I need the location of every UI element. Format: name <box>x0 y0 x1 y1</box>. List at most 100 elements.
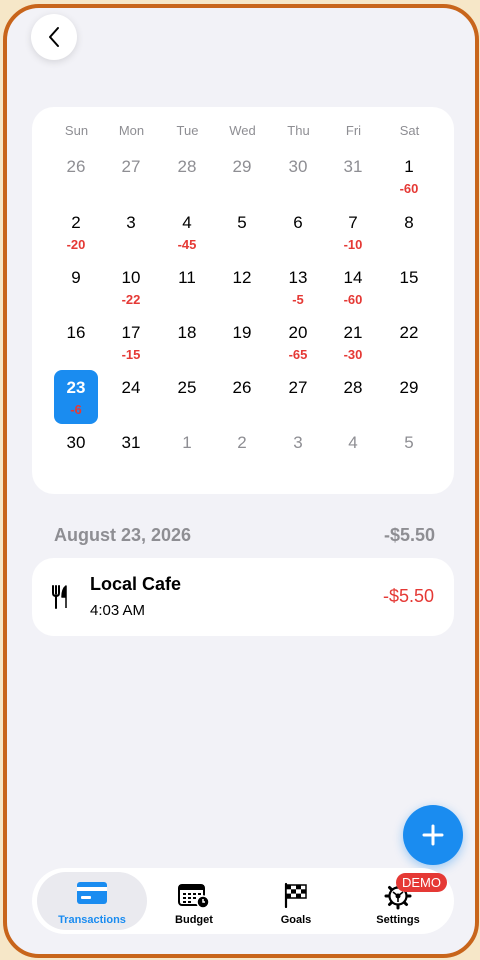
calendar-day[interactable]: 1 <box>165 425 209 479</box>
calendar-day[interactable]: 17 -15 <box>109 315 153 369</box>
day-number: 3 <box>126 213 136 232</box>
weekday-label: Fri <box>345 123 362 138</box>
day-number: 27 <box>121 157 141 176</box>
day-number: 23 <box>66 378 86 397</box>
day-number: 19 <box>232 323 252 342</box>
calendar-day[interactable]: 6 <box>276 205 320 259</box>
transaction-row[interactable]: Local Cafe 4:03 AM -$5.50 <box>32 558 454 636</box>
day-number: 31 <box>343 157 363 176</box>
calendar-day[interactable]: 10 -22 <box>109 260 153 314</box>
day-number: 2 <box>237 433 247 452</box>
calendar-day[interactable]: 19 <box>220 315 264 369</box>
day-number: 28 <box>343 378 363 397</box>
calendar-day[interactable]: 20 -65 <box>276 315 320 369</box>
weekday-label: Tue <box>176 123 199 138</box>
calendar-day[interactable]: 2 -20 <box>54 205 98 259</box>
day-spend-amount: -45 <box>177 237 197 252</box>
calendar-day[interactable]: 30 <box>276 149 320 203</box>
calendar-day[interactable]: 7 -10 <box>331 205 375 259</box>
day-spend-amount: -60 <box>399 181 419 196</box>
add-transaction-button[interactable] <box>403 805 463 865</box>
chevron-left-icon <box>49 27 59 47</box>
calendar-day[interactable]: 5 <box>387 425 431 479</box>
calendar-day[interactable]: 18 <box>165 315 209 369</box>
day-spend-amount: -5 <box>292 292 304 307</box>
demo-badge: DEMO <box>396 873 447 892</box>
calendar-day[interactable]: 8 <box>387 205 431 259</box>
day-number: 10 <box>121 268 141 287</box>
day-number: 28 <box>177 157 197 176</box>
fork-knife-icon <box>52 585 67 609</box>
back-button[interactable] <box>31 14 77 60</box>
day-number: 12 <box>232 268 252 287</box>
calendar-day[interactable]: 27 <box>109 149 153 203</box>
day-number: 6 <box>293 213 303 232</box>
day-number: 29 <box>399 378 419 397</box>
tab-transactions[interactable]: Transactions <box>37 872 147 930</box>
calendar-day-selected[interactable]: 23 -6 <box>54 370 98 424</box>
calendar-day[interactable]: 14 -60 <box>331 260 375 314</box>
calendar-day[interactable]: 26 <box>220 370 264 424</box>
tab-budget[interactable]: Budget <box>139 872 249 930</box>
calendar-day[interactable]: 21 -30 <box>331 315 375 369</box>
day-number: 16 <box>66 323 86 342</box>
day-number: 7 <box>348 213 358 232</box>
day-number: 14 <box>343 268 363 287</box>
day-number: 27 <box>288 378 308 397</box>
selected-date: August 23, 2026 <box>54 525 192 545</box>
day-spend-amount: -22 <box>121 292 141 307</box>
calendar-clock-icon <box>178 884 210 908</box>
tab-budget-label: Budget <box>175 914 213 926</box>
calendar-day[interactable]: 25 <box>165 370 209 424</box>
day-number: 8 <box>404 213 414 232</box>
day-number: 9 <box>71 268 81 287</box>
tab-goals-label: Goals <box>280 914 312 926</box>
day-number: 5 <box>237 213 247 232</box>
checkered-flag-icon <box>284 882 307 908</box>
calendar-day[interactable]: 28 <box>331 370 375 424</box>
calendar-day[interactable]: 31 <box>109 425 153 479</box>
calendar-day[interactable]: 2 <box>220 425 264 479</box>
calendar-day[interactable]: 24 <box>109 370 153 424</box>
tab-transactions-label: Transactions <box>58 914 126 926</box>
calendar-day[interactable]: 16 <box>54 315 98 369</box>
tab-goals[interactable]: Goals <box>241 872 351 930</box>
calendar-day[interactable]: 4 <box>331 425 375 479</box>
calendar-day[interactable]: 4 -45 <box>165 205 209 259</box>
transaction-time: 4:03 AM <box>90 602 146 619</box>
calendar-day[interactable]: 3 <box>109 205 153 259</box>
day-number: 17 <box>121 323 141 342</box>
calendar-day[interactable]: 26 <box>54 149 98 203</box>
day-number: 15 <box>399 268 419 287</box>
calendar-day[interactable]: 12 <box>220 260 264 314</box>
calendar-day[interactable]: 11 <box>165 260 209 314</box>
calendar-day[interactable]: 29 <box>220 149 264 203</box>
calendar-day[interactable]: 13 -5 <box>276 260 320 314</box>
calendar-day[interactable]: 5 <box>220 205 264 259</box>
calendar-day[interactable]: 1 -60 <box>387 149 431 203</box>
transaction-amount: -$5.50 <box>382 586 434 606</box>
calendar-day[interactable]: 3 <box>276 425 320 479</box>
day-spend-amount: -10 <box>343 237 363 252</box>
calendar-day[interactable]: 9 <box>54 260 98 314</box>
day-number: 21 <box>343 323 363 342</box>
weekday-label: Sat <box>399 123 420 138</box>
day-number: 4 <box>348 433 358 452</box>
day-number: 5 <box>404 433 414 452</box>
day-number: 22 <box>399 323 419 342</box>
calendar-day[interactable]: 15 <box>387 260 431 314</box>
plus-icon <box>422 824 444 846</box>
day-number: 25 <box>177 378 197 397</box>
calendar-day[interactable]: 30 <box>54 425 98 479</box>
day-spend-amount: -20 <box>66 237 86 252</box>
calendar-day[interactable]: 29 <box>387 370 431 424</box>
day-number: 13 <box>288 268 308 287</box>
tab-settings-label: Settings <box>376 914 420 926</box>
calendar-day[interactable]: 28 <box>165 149 209 203</box>
calendar-day[interactable]: 27 <box>276 370 320 424</box>
selected-date-total: -$5.50 <box>383 525 435 545</box>
day-number: 26 <box>232 378 252 397</box>
credit-card-icon <box>77 882 107 904</box>
calendar-day[interactable]: 31 <box>331 149 375 203</box>
calendar-day[interactable]: 22 <box>387 315 431 369</box>
